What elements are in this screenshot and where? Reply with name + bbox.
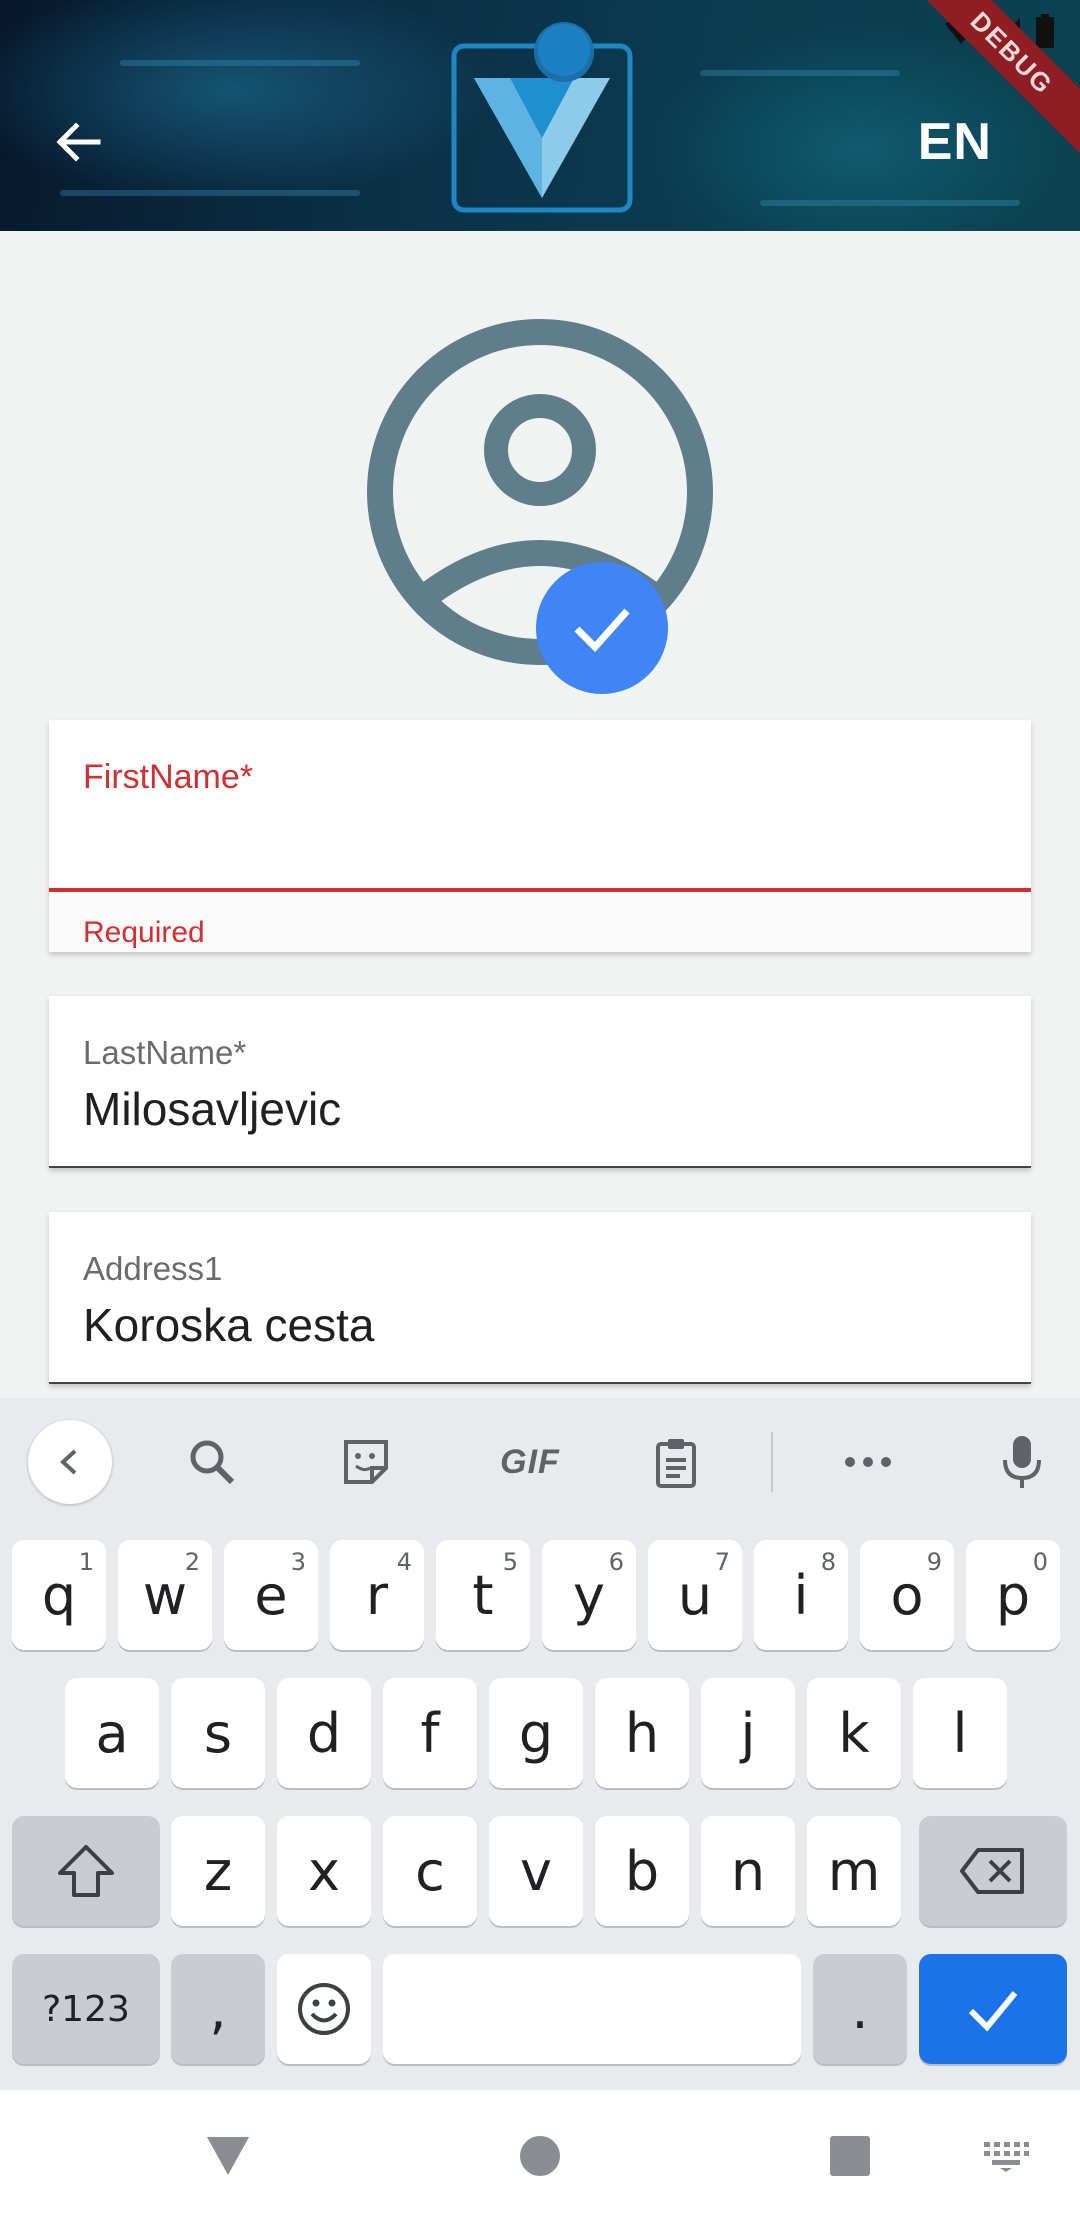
clipboard-icon [656, 1439, 696, 1488]
key-r[interactable]: r4 [330, 1540, 424, 1650]
key-h[interactable]: h [595, 1678, 689, 1788]
nav-home-button[interactable] [502, 2118, 578, 2194]
nav-back-button[interactable] [190, 2118, 266, 2194]
key-m[interactable]: m [807, 1816, 901, 1926]
keyboard-icon [984, 2142, 1029, 2172]
app-header: EN DEBUG [0, 0, 1080, 231]
key-u[interactable]: u7 [648, 1540, 742, 1650]
key-s[interactable]: s [171, 1678, 265, 1788]
backspace-icon [960, 1848, 1024, 1894]
shift-key[interactable] [12, 1816, 160, 1926]
key-z[interactable]: z [171, 1816, 265, 1926]
chevron-left-icon [60, 1449, 77, 1475]
first-name-underline [49, 888, 1031, 892]
key-k[interactable]: k [807, 1678, 901, 1788]
key-o[interactable]: o9 [860, 1540, 954, 1650]
address1-label: Address1 [83, 1250, 223, 1287]
triangle-down-icon [207, 2137, 249, 2175]
header-decoration [700, 70, 900, 76]
comma-key[interactable]: , [171, 1954, 265, 2064]
key-g[interactable]: g [489, 1678, 583, 1788]
emoji-icon [298, 1983, 350, 2035]
battery-icon [1036, 14, 1054, 48]
keyboard-sticker-button[interactable] [324, 1420, 408, 1504]
address1-underline [49, 1382, 1031, 1384]
keyboard-search-button[interactable] [170, 1420, 254, 1504]
first-name-field[interactable]: FirstName* Required [49, 720, 1031, 952]
key-j[interactable]: j [701, 1678, 795, 1788]
key-y[interactable]: y6 [542, 1540, 636, 1650]
first-name-input-area[interactable] [49, 720, 1031, 892]
key-n[interactable]: n [701, 1816, 795, 1926]
back-button[interactable] [40, 104, 116, 180]
emoji-key[interactable] [277, 1954, 371, 2064]
system-navigation-bar [0, 2090, 1080, 2220]
key-w[interactable]: w2 [118, 1540, 212, 1650]
gif-label: GIF [500, 1442, 560, 1481]
more-horizontal-icon [845, 1457, 891, 1467]
circle-home-icon [520, 2136, 560, 2176]
period-key[interactable]: . [813, 1954, 907, 2064]
sticker-icon [344, 1440, 388, 1484]
symbols-key[interactable]: ?123 [12, 1954, 160, 2064]
header-decoration [60, 190, 360, 196]
soft-keyboard: GIF q1 w2 e3 r4 t5 y6 u7 i8 o9 p 0 a s d… [0, 1398, 1080, 2090]
keyboard-clipboard-button[interactable] [634, 1420, 718, 1504]
keyboard-gif-button[interactable]: GIF [478, 1420, 582, 1504]
done-key[interactable] [919, 1954, 1067, 2064]
last-name-value[interactable]: Milosavljevic [83, 1082, 341, 1136]
key-b[interactable]: b [595, 1816, 689, 1926]
shift-arrow-icon [58, 1845, 114, 1897]
square-recents-icon [830, 2136, 870, 2176]
header-decoration [760, 200, 1020, 206]
key-l[interactable]: l [913, 1678, 1007, 1788]
key-p[interactable]: p0 [966, 1540, 1060, 1650]
last-name-label: LastName* [83, 1034, 247, 1071]
keyboard-collapse-button[interactable] [28, 1420, 112, 1504]
last-name-field[interactable]: LastName* Milosavljevic [49, 996, 1031, 1168]
key-x[interactable]: x [277, 1816, 371, 1926]
microphone-icon [1003, 1436, 1041, 1488]
check-icon [968, 1991, 1018, 2032]
keyboard-voice-button[interactable] [980, 1420, 1064, 1504]
key-a[interactable]: a [65, 1678, 159, 1788]
first-name-label: FirstName* [83, 758, 254, 796]
key-c[interactable]: c [383, 1816, 477, 1926]
search-icon [190, 1440, 235, 1485]
nav-recents-button[interactable] [812, 2118, 888, 2194]
key-e[interactable]: e3 [224, 1540, 318, 1650]
address1-value[interactable]: Koroska cesta [83, 1298, 374, 1352]
arrow-left-icon [56, 122, 101, 162]
first-name-error: Required [83, 916, 205, 949]
key-i[interactable]: i8 [754, 1540, 848, 1650]
app-logo [451, 22, 633, 213]
key-v[interactable]: v [489, 1816, 583, 1926]
key-f[interactable]: f [383, 1678, 477, 1788]
check-icon [574, 608, 630, 653]
backspace-key[interactable] [919, 1816, 1067, 1926]
key-q[interactable]: q1 [12, 1540, 106, 1650]
language-selector[interactable]: EN [918, 112, 992, 172]
keyboard-switch-button[interactable] [968, 2118, 1044, 2194]
last-name-underline [49, 1166, 1031, 1168]
key-d[interactable]: d [277, 1678, 371, 1788]
toolbar-divider [771, 1432, 773, 1492]
keyboard-more-button[interactable] [826, 1420, 910, 1504]
space-key[interactable] [383, 1954, 801, 2064]
avatar-verified-badge [536, 562, 668, 694]
address1-field[interactable]: Address1 Koroska cesta [49, 1212, 1031, 1384]
key-t[interactable]: t5 [436, 1540, 530, 1650]
